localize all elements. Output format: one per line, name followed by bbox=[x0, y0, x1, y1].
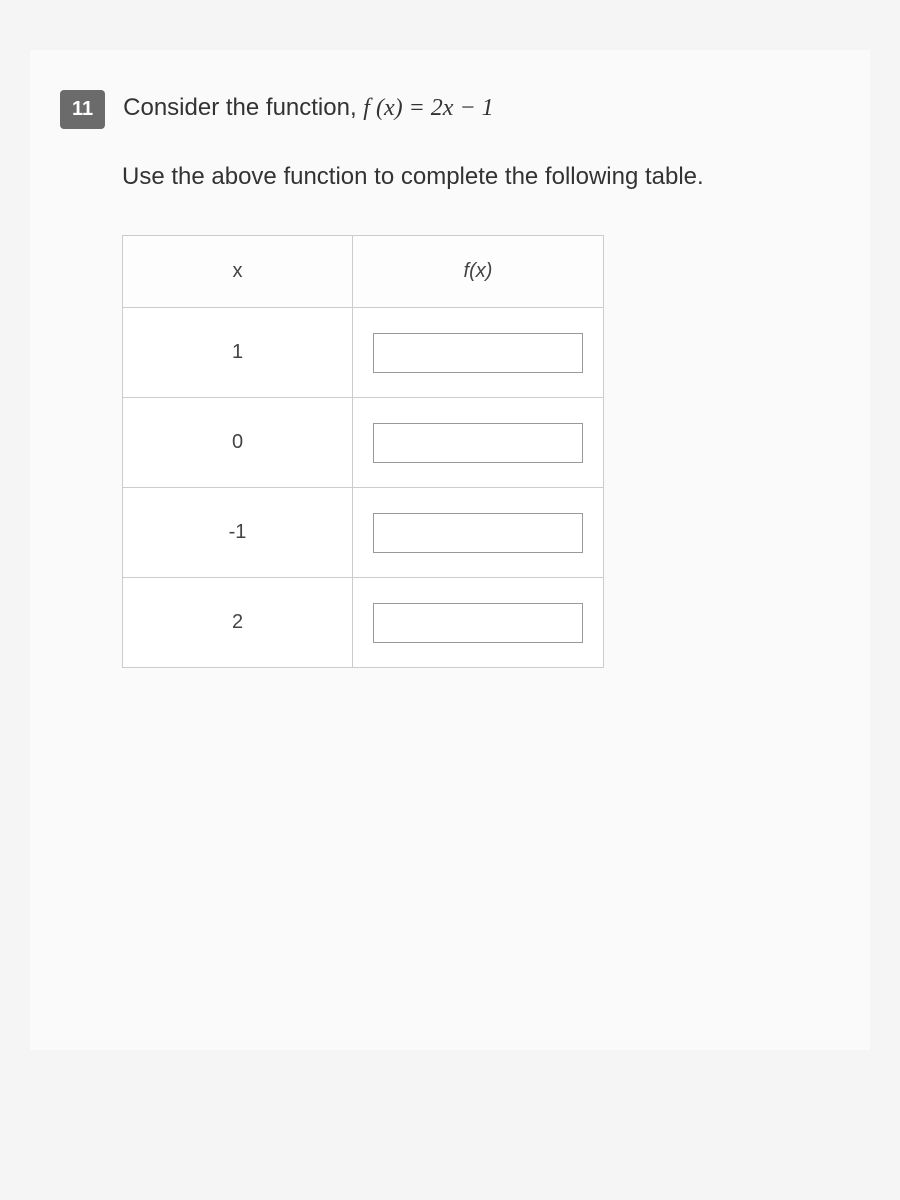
table-row: 2 bbox=[123, 578, 604, 668]
fx-input[interactable] bbox=[373, 603, 583, 643]
fx-input[interactable] bbox=[373, 333, 583, 373]
function-table: x f(x) 1 0 -1 bbox=[122, 235, 604, 668]
function-expression: f (x) = 2x − 1 bbox=[363, 95, 493, 121]
question-header: 11 Consider the function, f (x) = 2x − 1 bbox=[60, 90, 840, 129]
x-cell: 2 bbox=[123, 578, 353, 668]
table-row: -1 bbox=[123, 488, 604, 578]
header-x: x bbox=[123, 236, 353, 308]
fx-input[interactable] bbox=[373, 423, 583, 463]
table-row: 0 bbox=[123, 398, 604, 488]
x-cell: 0 bbox=[123, 398, 353, 488]
question-instruction: Use the above function to complete the f… bbox=[122, 159, 840, 195]
header-fx: f(x) bbox=[353, 236, 604, 308]
fx-cell bbox=[353, 308, 604, 398]
table-row: 1 bbox=[123, 308, 604, 398]
x-cell: -1 bbox=[123, 488, 353, 578]
question-container: 11 Consider the function, f (x) = 2x − 1… bbox=[30, 50, 870, 1050]
question-number-badge: 11 bbox=[60, 90, 105, 129]
fx-cell bbox=[353, 398, 604, 488]
x-cell: 1 bbox=[123, 308, 353, 398]
table-wrapper: x f(x) 1 0 -1 bbox=[122, 235, 840, 668]
fx-cell bbox=[353, 488, 604, 578]
fx-input[interactable] bbox=[373, 513, 583, 553]
question-prompt: Consider the function, f (x) = 2x − 1 bbox=[123, 90, 840, 126]
table-header-row: x f(x) bbox=[123, 236, 604, 308]
prompt-prefix: Consider the function, bbox=[123, 94, 363, 121]
fx-cell bbox=[353, 578, 604, 668]
